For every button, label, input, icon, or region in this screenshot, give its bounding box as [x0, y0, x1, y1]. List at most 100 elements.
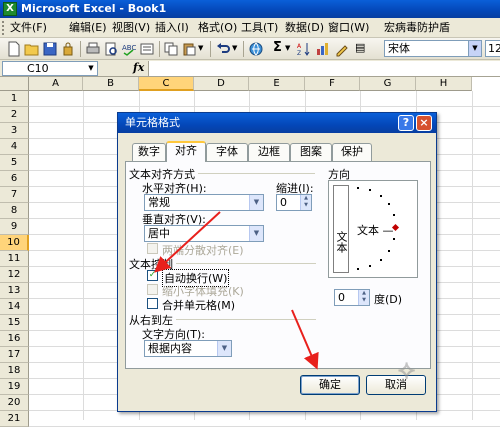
vertical-text-option[interactable]: 文本 — [333, 185, 349, 273]
formula-input[interactable] — [148, 61, 500, 76]
save-icon[interactable] — [42, 41, 58, 57]
row-header-4[interactable]: 4 — [0, 139, 29, 155]
menu-window[interactable]: 窗口(W) — [328, 21, 369, 35]
undo-dropdown-icon[interactable]: ▼ — [232, 44, 237, 52]
open-folder-icon[interactable] — [24, 41, 40, 57]
text-direction-select[interactable]: 根据内容 ▼ — [144, 340, 232, 357]
name-box-dropdown-icon[interactable]: ▼ — [85, 62, 97, 75]
justify-distributed-checkbox[interactable] — [147, 243, 158, 254]
spinner-arrows-icon[interactable]: ▲ ▼ — [300, 195, 311, 210]
row-header-13[interactable]: 13 — [0, 283, 29, 299]
menu-data[interactable]: 数据(D) — [285, 21, 324, 35]
row-header-18[interactable]: 18 — [0, 363, 29, 379]
row-header-14[interactable]: 14 — [0, 299, 29, 315]
copy-icon[interactable] — [163, 41, 179, 57]
orientation-dot — [388, 203, 390, 205]
paste-dropdown-icon[interactable]: ▼ — [198, 44, 203, 52]
menu-tools[interactable]: 工具(T) — [241, 21, 278, 35]
orientation-dot — [380, 195, 382, 197]
menu-file[interactable]: 文件(F) — [10, 21, 47, 35]
hyperlink-icon[interactable] — [248, 41, 264, 57]
permission-icon[interactable] — [60, 41, 76, 57]
row-header-3[interactable]: 3 — [0, 123, 29, 139]
print-preview-icon[interactable] — [103, 41, 119, 57]
wrap-text-checkbox[interactable]: ✓ — [147, 270, 158, 281]
shrink-to-fit-checkbox[interactable] — [147, 284, 158, 295]
close-button[interactable]: × — [416, 115, 432, 131]
orientation-dot — [357, 268, 359, 270]
research-icon[interactable] — [139, 41, 155, 57]
row-header-10[interactable]: 10 — [0, 235, 29, 251]
name-box[interactable]: C10 ▼ — [2, 61, 98, 76]
autosum-icon[interactable]: Σ — [273, 40, 282, 55]
spelling-icon[interactable]: ABC — [121, 41, 137, 57]
row-header-5[interactable]: 5 — [0, 155, 29, 171]
tab-border[interactable]: 边框 — [248, 143, 290, 161]
merge-cells-checkbox[interactable] — [147, 298, 158, 309]
print-icon[interactable] — [85, 41, 101, 57]
tab-protection[interactable]: 保护 — [332, 143, 372, 161]
row-header-20[interactable]: 20 — [0, 395, 29, 411]
row-header-7[interactable]: 7 — [0, 187, 29, 203]
column-header-b[interactable]: B — [83, 77, 139, 91]
row-header-17[interactable]: 17 — [0, 347, 29, 363]
menu-insert[interactable]: 插入(I) — [155, 21, 189, 35]
undo-icon[interactable] — [215, 41, 231, 57]
font-dropdown-icon[interactable]: ▼ — [468, 41, 481, 56]
horizontal-align-select[interactable]: 常规 ▼ — [144, 194, 264, 211]
row-header-6[interactable]: 6 — [0, 171, 29, 187]
font-name-combo[interactable]: 宋体 ▼ — [384, 40, 482, 57]
vertical-align-select[interactable]: 居中 ▼ — [144, 225, 264, 242]
cancel-button[interactable]: 取消 — [366, 375, 426, 395]
chart-wizard-icon[interactable] — [315, 41, 331, 57]
tab-number[interactable]: 数字 — [132, 143, 166, 161]
sort-ascending-icon[interactable]: AZ — [296, 41, 312, 57]
row-header-21[interactable]: 21 — [0, 411, 29, 427]
ok-button[interactable]: 确定 — [300, 375, 360, 395]
row-header-8[interactable]: 8 — [0, 203, 29, 219]
spinner-arrows-icon[interactable]: ▲ ▼ — [358, 290, 369, 305]
tab-alignment[interactable]: 对齐 — [166, 141, 206, 162]
new-document-icon[interactable] — [6, 41, 22, 57]
select-all-corner[interactable] — [0, 77, 29, 91]
orientation-picker[interactable]: 文本 文本 — — [328, 180, 418, 278]
column-header-d[interactable]: D — [194, 77, 249, 91]
menu-macro-virus-shield[interactable]: 宏病毒防护盾 — [384, 21, 450, 35]
menu-view[interactable]: 视图(V) — [112, 21, 150, 35]
orientation-preview-text: 文本 — — [357, 224, 394, 237]
row-header-16[interactable]: 16 — [0, 331, 29, 347]
row-header-2[interactable]: 2 — [0, 107, 29, 123]
row-header-11[interactable]: 11 — [0, 251, 29, 267]
paste-icon[interactable] — [181, 41, 197, 57]
column-header-f[interactable]: F — [305, 77, 360, 91]
degree-spinner[interactable]: 0 ▲ ▼ — [334, 289, 370, 306]
chevron-down-icon[interactable]: ▼ — [249, 226, 263, 241]
column-header-a[interactable]: A — [29, 77, 83, 91]
font-size-combo[interactable]: 12 — [485, 40, 500, 57]
drawing-icon[interactable] — [334, 41, 350, 57]
format-cells-dialog: 单元格格式 ? × 数字 对齐 字体 边框 图案 保护 文本对齐方式 水平对齐(… — [117, 112, 437, 412]
indent-spinner[interactable]: 0 ▲ ▼ — [276, 194, 312, 211]
column-header-h[interactable]: H — [416, 77, 472, 91]
row-header-12[interactable]: 12 — [0, 267, 29, 283]
row-header-19[interactable]: 19 — [0, 379, 29, 395]
tab-font[interactable]: 字体 — [206, 143, 248, 161]
row-header-9[interactable]: 9 — [0, 219, 29, 235]
column-header-c[interactable]: C — [139, 77, 194, 91]
menu-grip-handle[interactable] — [2, 21, 5, 35]
title-bar: X Microsoft Excel - Book1 — [0, 0, 500, 18]
menu-edit[interactable]: 编辑(E) — [69, 21, 107, 35]
zoom-box-icon[interactable]: ▤ — [355, 41, 365, 54]
chevron-down-icon[interactable]: ▼ — [249, 195, 263, 210]
menu-format[interactable]: 格式(O) — [198, 21, 237, 35]
column-header-g[interactable]: G — [360, 77, 416, 91]
standard-toolbar: ABC ▼ ▼ Σ ▼ AZ ▤ 宋体 ▼ 12 — [0, 38, 500, 60]
column-header-e[interactable]: E — [249, 77, 305, 91]
help-button[interactable]: ? — [398, 115, 414, 131]
tab-patterns[interactable]: 图案 — [290, 143, 332, 161]
insert-function-icon[interactable]: fx — [133, 61, 144, 74]
autosum-dropdown-icon[interactable]: ▼ — [285, 44, 290, 52]
row-header-1[interactable]: 1 — [0, 91, 29, 107]
chevron-down-icon[interactable]: ▼ — [217, 341, 231, 356]
row-header-15[interactable]: 15 — [0, 315, 29, 331]
